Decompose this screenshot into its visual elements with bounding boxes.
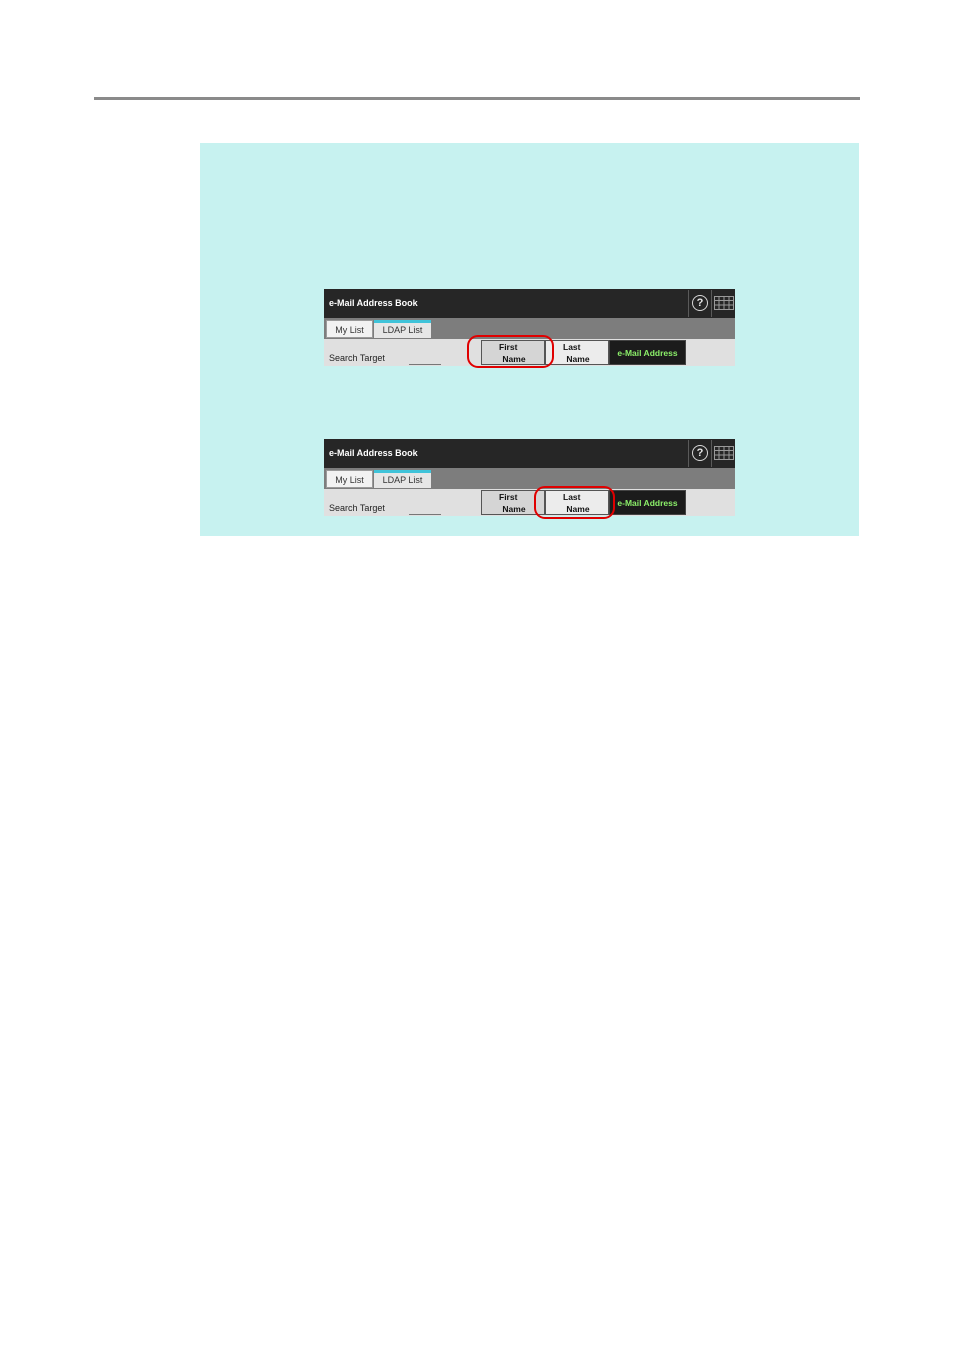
highlight-circle-first-name bbox=[467, 335, 554, 368]
address-book-screenshot-1: e-Mail Address Book ? My List LDAP List … bbox=[324, 289, 735, 368]
help-icon: ? bbox=[692, 445, 708, 461]
header-rule bbox=[94, 97, 860, 100]
help-icon: ? bbox=[692, 295, 708, 311]
help-button[interactable]: ? bbox=[688, 290, 711, 317]
tab-ldap-list[interactable]: LDAP List bbox=[374, 320, 431, 338]
title-bar: e-Mail Address Book ? bbox=[324, 289, 735, 318]
search-target-label: Search Target bbox=[329, 353, 385, 363]
last-name-line2: Name bbox=[566, 354, 590, 364]
tab-my-list[interactable]: My List bbox=[326, 320, 373, 338]
address-book-screenshot-2: e-Mail Address Book ? My List LDAP List … bbox=[324, 439, 735, 519]
title-bar: e-Mail Address Book ? bbox=[324, 439, 735, 468]
keyboard-button[interactable] bbox=[711, 440, 736, 467]
keyboard-icon bbox=[714, 296, 734, 310]
keyboard-button[interactable] bbox=[711, 290, 736, 317]
tab-ldap-list[interactable]: LDAP List bbox=[374, 470, 431, 488]
last-name-button[interactable]: Last Name bbox=[545, 340, 609, 365]
tab-my-list[interactable]: My List bbox=[326, 470, 373, 488]
keyboard-icon bbox=[714, 446, 734, 460]
window-title: e-Mail Address Book bbox=[329, 298, 418, 308]
search-target-row: Search Target First Name Last Name e-Mai… bbox=[324, 489, 735, 516]
search-target-label: Search Target bbox=[329, 503, 385, 513]
search-target-field bbox=[409, 514, 441, 515]
email-address-button[interactable]: e-Mail Address bbox=[609, 490, 686, 515]
email-address-button[interactable]: e-Mail Address bbox=[609, 340, 686, 365]
last-name-line1: Last bbox=[563, 342, 581, 352]
highlight-circle-last-name bbox=[534, 486, 615, 519]
tab-bar: My List LDAP List bbox=[324, 468, 735, 489]
help-button[interactable]: ? bbox=[688, 440, 711, 467]
search-target-field bbox=[409, 364, 441, 365]
window-title: e-Mail Address Book bbox=[329, 448, 418, 458]
